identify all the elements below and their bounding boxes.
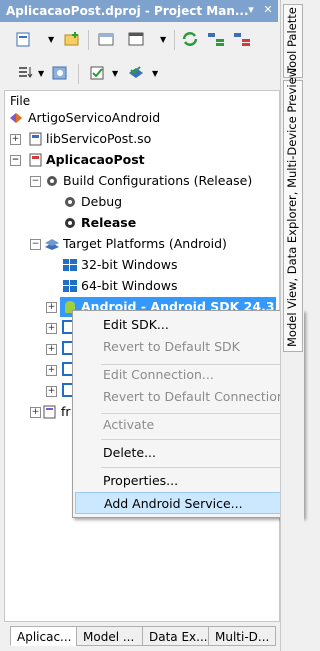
expand-icon[interactable]: + [46,344,57,355]
menu-item-add-android-service[interactable]: Add Android Service... [75,492,301,514]
windows-icon [63,280,77,292]
menu-item-delete[interactable]: Delete... [75,442,301,464]
tree-item-label: AplicacaoPost [46,152,145,167]
tab-model-view[interactable]: Model ... [76,626,144,646]
expand-icon[interactable]: + [46,365,57,376]
tree-item-label: fr [61,404,71,419]
expand-icon[interactable] [206,30,226,48]
add-icon[interactable] [62,30,82,48]
toolbar-separator [88,30,89,50]
gear-icon [65,197,75,207]
tab-tool-palette[interactable]: Tool Palette [283,4,303,78]
project-group-icon [10,113,22,123]
menu-separator [101,439,297,440]
tree-item-win64[interactable]: 64-bit Windows [60,276,260,296]
tree-item-win32[interactable]: 32-bit Windows [60,255,260,275]
close-icon[interactable]: ✕ [261,3,275,17]
tree-item-lib[interactable]: + libServicoPost.so [8,129,268,149]
menu-item-edit-sdk[interactable]: Edit SDK... [75,314,301,336]
toolbar-separator [78,64,79,84]
chevron-down-icon[interactable]: ▼ [48,36,55,44]
tree-item-label: Target Platforms (Android) [63,236,227,251]
tree-item-build-configurations[interactable]: − Build Configurations (Release) [28,171,273,191]
title-bar: AplicacaoPost.dproj - Project Man... ▾ ✕ [0,0,278,22]
collapse-icon[interactable] [232,30,252,48]
library-icon [29,132,42,146]
hidden-platform-items [62,318,72,398]
platform-icon [62,362,72,376]
file-icon [43,405,56,419]
tree-item-active-project[interactable]: − AplicacaoPost [8,150,268,170]
chevron-down-icon[interactable]: ▼ [112,70,119,78]
expand-icon[interactable]: + [46,386,57,397]
target-platforms-icon [45,239,59,250]
platform-icon [62,383,72,397]
tree-item-label: libServicoPost.so [46,131,152,146]
tree-item-label: 32-bit Windows [81,257,178,272]
menu-item-edit-connection[interactable]: Edit Connection... [75,364,301,386]
tree-item-label: Build Configurations (Release) [63,173,253,188]
expand-icon[interactable]: + [10,134,21,145]
window-title: AplicacaoPost.dproj - Project Man... [6,4,249,18]
context-menu: Edit SDK... Revert to Default SDK Edit C… [72,310,304,518]
menu-separator [101,467,297,468]
menu-item-properties[interactable]: Properties... [75,470,301,492]
toolbar-bottom: ▼ ▼ ▼ [4,60,276,88]
sort-icon[interactable] [16,64,36,82]
view-icon[interactable] [126,30,146,48]
tab-multi-device[interactable]: Multi-D... [208,626,276,646]
new-item-icon[interactable] [14,30,34,48]
collapse-icon[interactable]: − [10,155,21,166]
build-config-icon[interactable] [88,64,108,82]
tree-item-label: Debug [81,194,123,209]
tree-item-label: Release [81,215,137,230]
toolbar-separator [174,30,175,50]
toolbar-top: ▼ ▼ [4,26,276,54]
tree-item-debug[interactable]: Debug [60,192,260,212]
menu-item-revert-connection[interactable]: Revert to Default Connection [75,386,301,408]
collapse-icon[interactable]: − [30,239,41,250]
tab-project-manager[interactable]: Aplicac... [10,626,78,646]
menu-item-revert-sdk[interactable]: Revert to Default SDK [75,336,301,358]
windows-icon [63,259,77,271]
side-tab-strip: Tool Palette Model View, Data Explorer, … [280,0,304,651]
chevron-down-icon[interactable]: ▼ [160,36,167,44]
bottom-tab-bar: Aplicac... Model ... Data Ex... Multi-D.… [4,624,278,646]
platform-icon [62,320,72,334]
sync-icon[interactable] [180,30,200,48]
collapse-icon[interactable]: − [30,176,41,187]
chevron-down-icon[interactable]: ▼ [152,70,159,78]
expand-icon[interactable]: + [46,323,57,334]
expand-icon[interactable]: + [46,302,57,313]
platform-icon [62,341,72,355]
tab-explorer-preview[interactable]: Model View, Data Explorer, Multi-Device … [283,68,303,352]
target-platform-icon[interactable] [126,64,146,82]
tab-label: Model View, Data Explorer, Multi-Device … [285,67,299,347]
tree-item-target-platforms[interactable]: − Target Platforms (Android) [28,234,273,254]
project-icon [29,153,42,167]
tab-data-explorer[interactable]: Data Ex... [142,626,210,646]
gear-icon [47,176,57,186]
tree-item-release[interactable]: Release [60,213,260,233]
pin-icon[interactable]: ▾ [244,3,258,17]
project-manager-icon[interactable] [50,64,70,82]
section-label: File [10,94,31,108]
menu-item-activate[interactable]: Activate [75,414,301,436]
folder-icon[interactable] [96,30,116,48]
chevron-down-icon[interactable]: ▼ [38,70,45,78]
tree-item-label: ArtigoServicoAndroid [28,110,161,125]
gear-icon [65,218,75,228]
tree-item-label: 64-bit Windows [81,278,178,293]
expand-icon[interactable]: + [30,407,41,418]
tab-label: Tool Palette [285,7,299,73]
tree-item-project-group[interactable]: ArtigoServicoAndroid [8,108,268,128]
